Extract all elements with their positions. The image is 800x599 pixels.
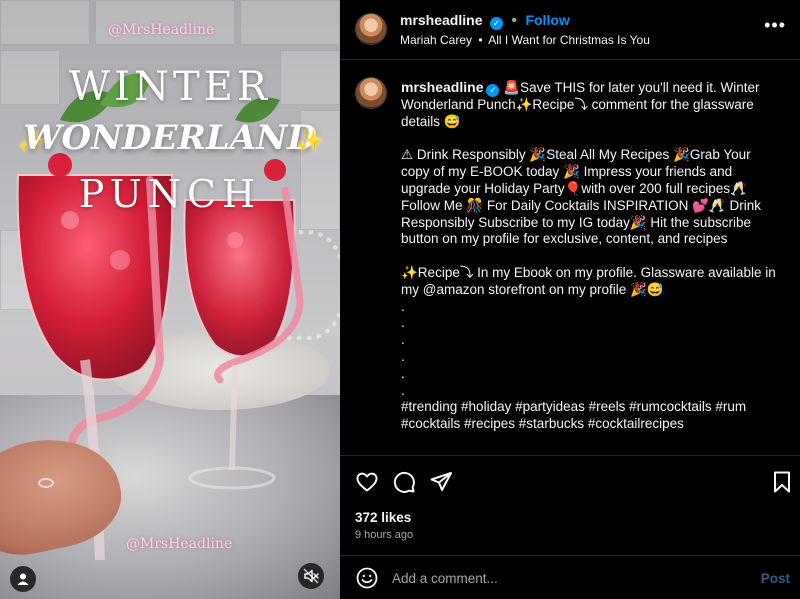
audio-song: All I Want for Christmas Is You xyxy=(488,33,650,47)
caption-gap xyxy=(401,248,781,265)
header-username[interactable]: mrsheadline xyxy=(400,12,482,28)
sparkle-right: ✨ xyxy=(296,128,324,153)
watermark-bottom: @MrsHeadline xyxy=(126,536,233,552)
user-tag-button[interactable] xyxy=(10,566,36,592)
caption-avatar[interactable] xyxy=(355,77,387,109)
header-username-row: mrsheadline ✓ • Follow xyxy=(400,12,570,30)
caption-line: mrsheadline ✓ 🚨Save THIS for later you'll… xyxy=(401,79,781,131)
emoji-button[interactable] xyxy=(355,566,379,590)
overlay-title-punch: PUNCH xyxy=(78,172,262,216)
actions-bar: 372 likes 9 hours ago xyxy=(340,455,800,555)
reel-media[interactable]: @MrsHeadline WINTER ✨ WONDERLAND ✨ PUNCH… xyxy=(0,0,340,599)
post-comment-button[interactable]: Post xyxy=(761,571,790,586)
post-timestamp[interactable]: 9 hours ago xyxy=(355,529,413,541)
audio-separator: • xyxy=(478,33,483,47)
caption: mrsheadline ✓ 🚨Save THIS for later you'll… xyxy=(401,79,781,433)
caption-hashtags[interactable]: #trending #holiday #partyideas #reels #r… xyxy=(401,399,781,433)
post-header: mrsheadline ✓ • Follow Mariah Carey • Al… xyxy=(340,0,800,60)
audio-info[interactable]: Mariah Carey • All I Want for Christmas … xyxy=(400,33,650,47)
likes-count[interactable]: 372 likes xyxy=(355,510,411,525)
share-button[interactable] xyxy=(429,470,453,494)
speaker-muted-icon xyxy=(303,568,319,584)
caption-paragraph: ⚠ Drink Responsibly 🎉Steal All My Recipe… xyxy=(401,147,761,247)
more-options-icon[interactable]: ••• xyxy=(764,15,786,36)
smiley-icon xyxy=(356,567,378,589)
caption-gap xyxy=(401,131,781,148)
caption-username[interactable]: mrsheadline xyxy=(401,79,483,95)
right-glass-base xyxy=(188,466,276,490)
watermark-top: @MrsHeadline xyxy=(108,22,215,38)
ice-cube xyxy=(110,250,130,270)
right-glass-bowl xyxy=(183,199,296,358)
like-button[interactable] xyxy=(355,470,379,494)
verified-badge-icon: ✓ xyxy=(486,84,500,97)
right-glass-stem xyxy=(229,364,238,471)
caption-dot: . xyxy=(401,315,405,331)
person-icon xyxy=(17,573,29,585)
overlay-title-wonderland: WONDERLAND xyxy=(23,118,317,158)
heart-icon xyxy=(356,472,378,492)
caption-dot: . xyxy=(401,382,405,398)
caption-dot: . xyxy=(401,365,405,381)
comment-icon xyxy=(393,471,415,493)
comment-bar: Post xyxy=(340,555,800,599)
avatar[interactable] xyxy=(355,13,387,45)
bookmark-icon xyxy=(774,471,790,493)
caption-scroll-area[interactable]: mrsheadline ✓ 🚨Save THIS for later you'll… xyxy=(340,61,800,455)
comment-input[interactable] xyxy=(392,571,722,586)
ring xyxy=(38,478,54,488)
audio-artist: Mariah Carey xyxy=(400,33,473,47)
verified-badge-icon: ✓ xyxy=(489,17,503,30)
caption-paragraph: ✨Recipe⤵ In my Ebook on my profile. Glas… xyxy=(401,264,776,297)
send-icon xyxy=(430,472,452,491)
caption-dot: . xyxy=(401,348,405,364)
comment-button[interactable] xyxy=(392,470,416,494)
ice-cube xyxy=(227,232,243,248)
header-separator: • xyxy=(511,12,517,29)
caption-dot: . xyxy=(401,332,405,348)
caption-dot: . xyxy=(401,298,405,314)
follow-button[interactable]: Follow xyxy=(525,12,569,28)
post-panel: mrsheadline ✓ • Follow Mariah Carey • Al… xyxy=(340,0,800,599)
overlay-title-winter: WINTER xyxy=(69,64,271,110)
mute-button[interactable] xyxy=(298,563,324,589)
save-button[interactable] xyxy=(770,470,794,494)
